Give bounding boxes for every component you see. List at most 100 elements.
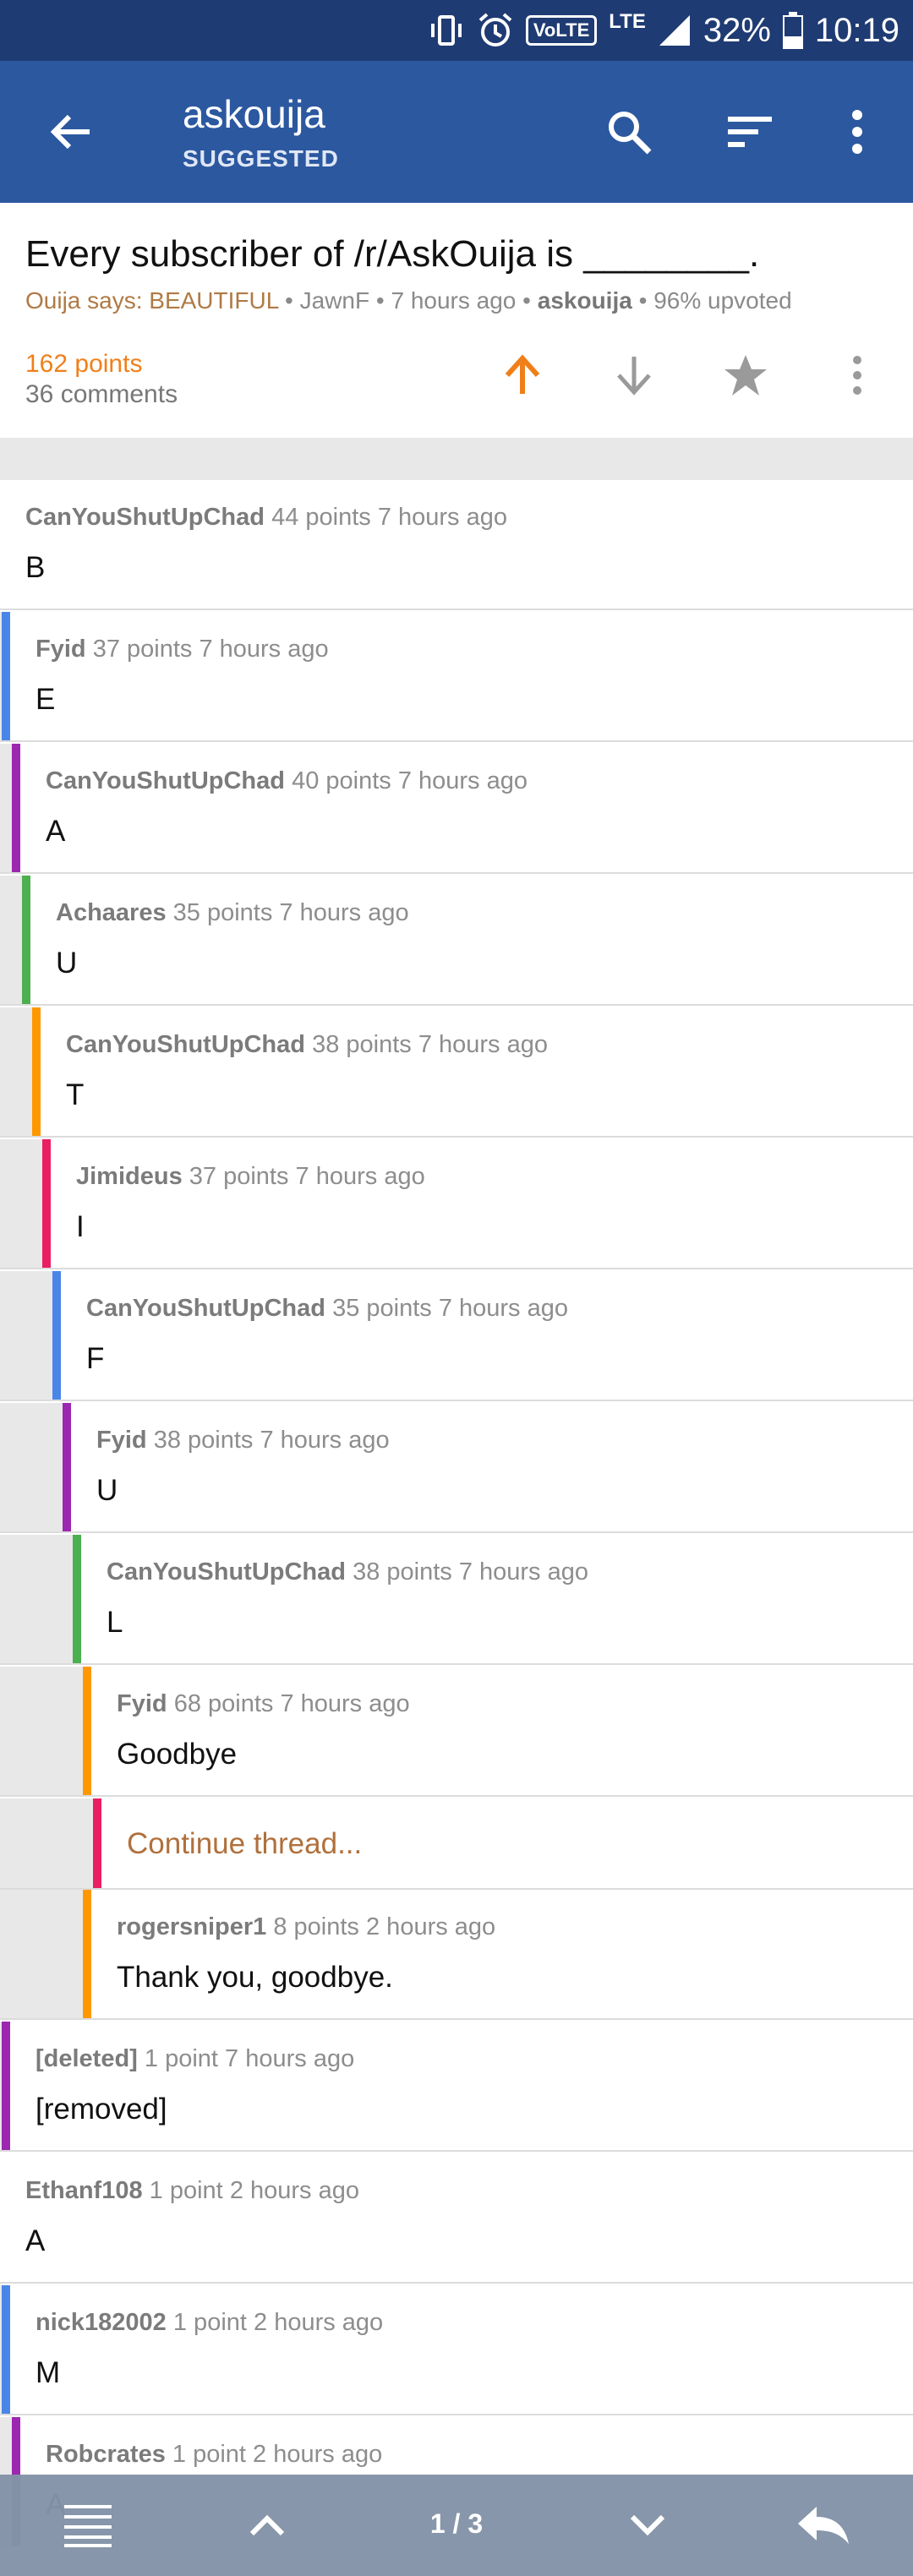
comment-header: Fyid 68 points 7 hours ago	[117, 1690, 410, 1718]
comment-author[interactable]: [deleted]	[36, 2045, 138, 2072]
page-indicator: 1 / 3	[429, 2508, 484, 2539]
volte-badge: VoLTE	[525, 15, 598, 46]
back-arrow-icon[interactable]	[47, 108, 95, 156]
depth-bar	[83, 1890, 91, 2018]
comment-author[interactable]: Robcrates	[46, 2441, 166, 2468]
comment-author[interactable]: Achaares	[56, 899, 167, 926]
continue-thread-link[interactable]: Continue thread...	[127, 1827, 362, 1861]
comment-header: CanYouShutUpChad 38 points 7 hours ago	[107, 1558, 588, 1586]
previous-comment-icon[interactable]	[240, 2498, 294, 2552]
comment-age: 7 hours ago	[438, 1295, 568, 1322]
clock: 10:19	[814, 11, 899, 49]
comment[interactable]: Jimideus 37 points 7 hours ago I	[0, 1139, 913, 1269]
post-meta: Ouija says: BEAUTIFUL • JawnF • 7 hours …	[25, 287, 792, 314]
comment-header: [deleted] 1 point 7 hours ago	[36, 2045, 354, 2073]
comment-age: 7 hours ago	[225, 2045, 355, 2072]
comment[interactable]: Achaares 35 points 7 hours ago U	[0, 876, 913, 1006]
comment-author[interactable]: nick182002	[36, 2309, 167, 2336]
section-divider	[0, 438, 913, 480]
comment-author[interactable]: Fyid	[36, 636, 86, 663]
comment[interactable]: Fyid 37 points 7 hours ago E	[0, 612, 913, 742]
comment[interactable]: [deleted] 1 point 7 hours ago [removed]	[0, 2022, 913, 2152]
post-overflow-icon[interactable]	[830, 348, 884, 402]
comment-header: Ethanf108 1 point 2 hours ago	[25, 2177, 359, 2205]
comment-points: 35 points	[172, 899, 273, 926]
post-author[interactable]: JawnF	[300, 287, 369, 314]
comment[interactable]: rogersniper1 8 points 2 hours ago Thank y…	[0, 1890, 913, 2020]
comment-body: I	[76, 1210, 85, 1243]
comment-header: CanYouShutUpChad 44 points 7 hours ago	[25, 504, 507, 532]
comment-author[interactable]: Ethanf108	[25, 2177, 143, 2204]
save-star-icon[interactable]	[719, 348, 773, 402]
comment-points: 1 point	[172, 2309, 247, 2336]
comment-age: 7 hours ago	[397, 767, 528, 794]
comment[interactable]: nick182002 1 point 2 hours ago M	[0, 2285, 913, 2415]
next-comment-icon[interactable]	[621, 2498, 675, 2552]
comment-age: 7 hours ago	[279, 899, 409, 926]
comment-author[interactable]: CanYouShutUpChad	[25, 504, 265, 531]
comment-header: Robcrates 1 point 2 hours ago	[46, 2441, 382, 2469]
comment-body: M	[36, 2356, 61, 2389]
depth-bar	[42, 1139, 51, 1268]
comment-age: 2 hours ago	[254, 2309, 384, 2336]
comment-author[interactable]: CanYouShutUpChad	[46, 767, 285, 794]
comment-author[interactable]: CanYouShutUpChad	[86, 1295, 325, 1322]
comment[interactable]: CanYouShutUpChad 44 points 7 hours ago B	[0, 480, 913, 610]
comment-header: CanYouShutUpChad 38 points 7 hours ago	[66, 1031, 548, 1059]
depth-bar	[32, 1007, 41, 1136]
comment[interactable]: CanYouShutUpChad 38 points 7 hours ago T	[0, 1007, 913, 1138]
comment-author[interactable]: CanYouShutUpChad	[66, 1031, 305, 1058]
comment-author[interactable]: Fyid	[96, 1427, 147, 1454]
comment-body: [removed]	[36, 2093, 167, 2126]
app-bar: askouija SUGGESTED	[0, 61, 913, 203]
alarm-icon	[477, 12, 514, 49]
status-bar: VoLTE LTE 32% 10:19	[0, 0, 913, 61]
comment-points: 38 points	[353, 1558, 452, 1585]
comment[interactable]: CanYouShutUpChad 40 points 7 hours ago A	[0, 744, 913, 874]
comment-body: T	[66, 1078, 85, 1111]
comment-points: 38 points	[312, 1031, 412, 1058]
reply-icon[interactable]	[796, 2498, 850, 2552]
comment[interactable]: CanYouShutUpChad 35 points 7 hours ago F	[0, 1271, 913, 1401]
comment-header: Achaares 35 points 7 hours ago	[56, 899, 409, 927]
post-title[interactable]: Every subscriber of /r/AskOuija is _____…	[25, 233, 759, 276]
thread-indent	[0, 1535, 81, 1663]
bottom-nav-bar: 1 / 3	[0, 2475, 913, 2576]
comment-author[interactable]: rogersniper1	[117, 1913, 266, 1940]
continue-thread-row[interactable]: Continue thread...	[0, 1798, 913, 1890]
search-icon[interactable]	[602, 105, 656, 159]
comment[interactable]: Ethanf108 1 point 2 hours ago A	[0, 2153, 913, 2284]
overflow-menu-icon[interactable]	[830, 105, 884, 159]
post-points: 162 points	[25, 350, 143, 378]
depth-bar	[22, 876, 30, 1004]
downvote-arrow-icon[interactable]	[607, 348, 661, 402]
comment[interactable]: CanYouShutUpChad 38 points 7 hours ago L	[0, 1535, 913, 1665]
comment-author[interactable]: Fyid	[117, 1690, 167, 1717]
post-header: Every subscriber of /r/AskOuija is _____…	[0, 203, 913, 439]
sort-icon[interactable]	[723, 105, 777, 159]
comment-author[interactable]: Jimideus	[76, 1163, 183, 1190]
depth-bar	[63, 1403, 71, 1531]
upvote-arrow-icon[interactable]	[495, 348, 549, 402]
list-icon[interactable]	[61, 2498, 115, 2552]
signal-icon	[658, 14, 692, 47]
comment-points: 68 points	[173, 1690, 274, 1717]
comment-body: L	[107, 1606, 123, 1639]
comment-age: 7 hours ago	[199, 636, 329, 663]
post-upvoted: 96% upvoted	[653, 287, 792, 314]
depth-bar	[2, 2022, 10, 2150]
comment-points: 1 point	[172, 2441, 246, 2468]
comment-header: Jimideus 37 points 7 hours ago	[76, 1163, 425, 1191]
comment[interactable]: Fyid 68 points 7 hours ago Goodbye	[0, 1667, 913, 1797]
comment-author[interactable]: CanYouShutUpChad	[107, 1558, 346, 1585]
comment[interactable]: Fyid 38 points 7 hours ago U	[0, 1403, 913, 1533]
thread-indent	[0, 1667, 91, 1795]
comment-body: U	[56, 947, 78, 980]
post-age: 7 hours ago	[391, 287, 517, 314]
post-subreddit[interactable]: askouija	[538, 287, 632, 314]
comment-points: 35 points	[332, 1295, 432, 1322]
comment-age: 7 hours ago	[295, 1163, 425, 1190]
comment-points: 40 points	[292, 767, 391, 794]
comment-body: Thank you, goodbye.	[117, 1961, 393, 1994]
comment-points: 38 points	[153, 1427, 254, 1454]
